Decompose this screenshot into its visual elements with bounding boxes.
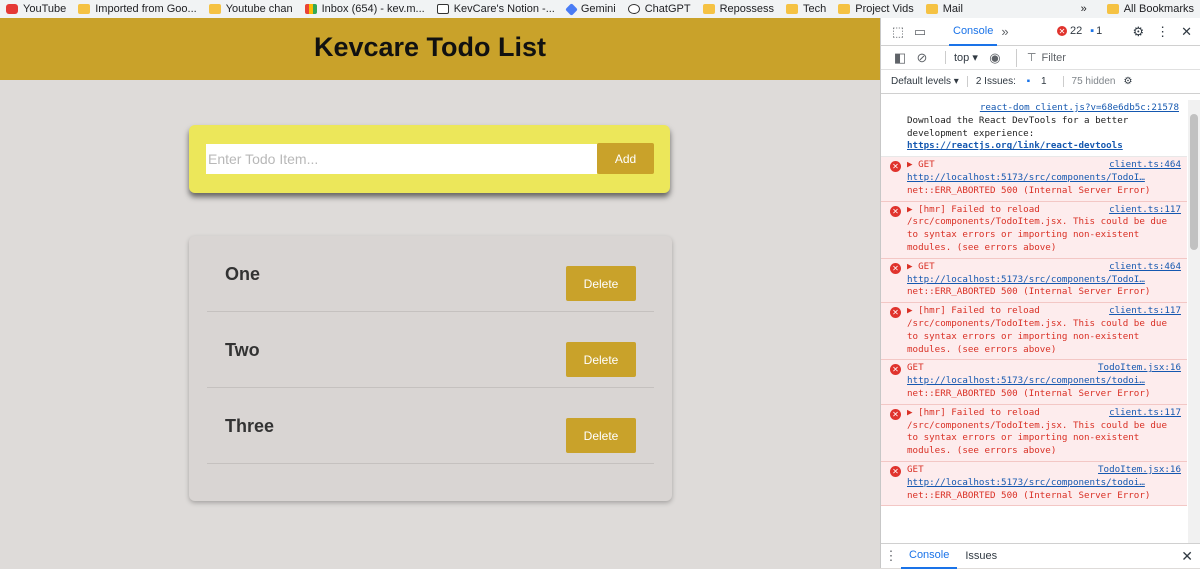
todo-list: One Delete Two Delete Three Delete (189, 236, 672, 501)
error-icon: ✕ (1057, 26, 1067, 36)
tab-drawer-issues[interactable]: Issues (957, 544, 1005, 569)
todo-item: Three Delete (207, 388, 654, 464)
folder-icon (785, 4, 798, 14)
source-link[interactable]: TodoItem.jsx:16 (1098, 362, 1181, 375)
all-bookmarks[interactable]: All Bookmarks (1101, 0, 1200, 18)
inspect-element-icon[interactable]: ⬚ (887, 24, 909, 40)
folder-icon (702, 4, 715, 14)
console-error[interactable]: ✕ client.ts:117 ▶ [hmr] Failed to reload… (881, 201, 1187, 259)
bookmark-project-vids[interactable]: Project Vids (832, 0, 920, 18)
tab-drawer-console[interactable]: Console (901, 544, 958, 569)
bookmark-gemini[interactable]: Gemini (561, 0, 622, 18)
live-expression-eye-icon[interactable]: ◉ (984, 50, 1006, 66)
todo-item: Two Delete (207, 312, 654, 388)
add-button[interactable]: Add (597, 143, 654, 174)
todo-input-card: Add (189, 125, 670, 193)
error-icon: ✕ (890, 205, 901, 217)
bookmarks-bar: YouTube Imported from Goo... Youtube cha… (0, 0, 1200, 18)
source-link[interactable]: TodoItem.jsx:16 (1098, 464, 1181, 477)
notion-icon (436, 4, 449, 14)
console-output: react-dom_client.js?v=68e6db5c:21578 Dow… (881, 100, 1187, 543)
more-tabs-chevron-icon[interactable]: » (1001, 24, 1008, 39)
folder-icon (838, 4, 851, 14)
sidebar-toggle-icon[interactable]: ◧ (889, 50, 911, 66)
scrollbar-thumb[interactable] (1190, 114, 1198, 250)
source-link[interactable]: client.ts:117 (1109, 407, 1181, 420)
filter-input[interactable]: ⊤ Filter (1015, 48, 1200, 67)
console-error[interactable]: ✕ TodoItem.jsx:16 GET http://localhost:5… (881, 360, 1187, 405)
console-settings-gear-icon[interactable]: ⚙ (1123, 76, 1132, 87)
todo-app: Kevcare Todo List Add One Delete Two Del… (0, 18, 880, 568)
delete-button[interactable]: Delete (566, 418, 636, 453)
folder-icon (1106, 4, 1119, 14)
react-devtools-link[interactable]: https://reactjs.org/link/react-devtools (907, 140, 1123, 151)
kebab-menu-icon[interactable]: ⋮ (1156, 24, 1169, 40)
filter-funnel-icon: ⊤ (1026, 52, 1037, 64)
folder-icon (78, 4, 91, 14)
issues-link[interactable]: 2 Issues: ▪ 1 (966, 76, 1055, 87)
youtube-icon (6, 4, 18, 14)
todo-item: One Delete (207, 236, 654, 312)
bookmarks-overflow-chevron-icon[interactable]: » (1067, 3, 1101, 15)
bookmark-imported[interactable]: Imported from Goo... (72, 0, 202, 18)
delete-button[interactable]: Delete (566, 342, 636, 377)
drawer-tabbar: ⋮ Console Issues ✕ (881, 543, 1200, 569)
source-link[interactable]: client.ts:464 (1109, 159, 1181, 172)
console-levels-bar: Default levels ▾ 2 Issues: ▪ 1 75 hidden… (881, 70, 1200, 94)
error-icon: ✕ (890, 465, 901, 477)
gemini-icon (564, 2, 578, 16)
console-error[interactable]: ✕ client.ts:117 ▶ [hmr] Failed to reload… (881, 404, 1187, 462)
bookmark-youtube[interactable]: YouTube (0, 0, 72, 18)
folder-icon (208, 4, 221, 14)
message-icon: ▪ (1090, 25, 1095, 37)
todo-item-text: One (225, 264, 261, 284)
hidden-count: 75 hidden (1062, 76, 1115, 87)
error-icon: ✕ (890, 262, 901, 274)
clear-console-icon[interactable]: ⊘ (911, 50, 933, 66)
close-drawer-icon[interactable]: ✕ (1181, 548, 1193, 565)
app-header: Kevcare Todo List (0, 18, 880, 80)
error-icon: ✕ (890, 408, 901, 420)
context-selector[interactable]: top ▾ (945, 51, 978, 64)
todo-item-text: Three (225, 416, 275, 436)
page-title: Kevcare Todo List (313, 32, 547, 62)
folder-icon (925, 4, 938, 14)
delete-button[interactable]: Delete (566, 266, 636, 301)
gmail-icon (304, 4, 317, 14)
console-toolbar: ◧ ⊘ top ▾ ◉ ⊤ Filter (881, 46, 1200, 70)
message-icon: ▪ (1026, 76, 1031, 87)
chatgpt-icon (627, 4, 640, 14)
settings-gear-icon[interactable]: ⚙ (1132, 24, 1144, 40)
devtools-tabbar: ⬚ ▭ Console » ✕ 22 ▪ 1 ⚙ ⋮ ✕ (881, 18, 1200, 46)
bookmark-inbox[interactable]: Inbox (654) - kev.m... (299, 0, 431, 18)
error-icon: ✕ (890, 364, 901, 376)
close-icon[interactable]: ✕ (1181, 24, 1192, 40)
console-scrollbar[interactable] (1188, 100, 1200, 543)
source-link[interactable]: react-dom_client.js?v=68e6db5c:21578 (907, 102, 1181, 115)
bookmark-chatgpt[interactable]: ChatGPT (622, 0, 697, 18)
bookmark-mail[interactable]: Mail (920, 0, 969, 18)
todo-item-text: Two (225, 340, 260, 360)
tab-console[interactable]: Console (949, 18, 998, 46)
console-error[interactable]: ✕ client.ts:464 ▶ GET http://localhost:5… (881, 157, 1187, 202)
console-error[interactable]: ✕ client.ts:117 ▶ [hmr] Failed to reload… (881, 303, 1187, 361)
source-link[interactable]: client.ts:117 (1109, 204, 1181, 217)
console-error[interactable]: ✕ TodoItem.jsx:16 GET http://localhost:5… (881, 461, 1187, 507)
bookmark-tech[interactable]: Tech (780, 0, 832, 18)
bookmark-youtube-chan[interactable]: Youtube chan (203, 0, 299, 18)
source-link[interactable]: client.ts:117 (1109, 305, 1181, 318)
bookmark-notion[interactable]: KevCare's Notion -... (431, 0, 561, 18)
default-levels-dropdown[interactable]: Default levels ▾ (891, 76, 959, 87)
bookmark-repossess[interactable]: Repossess (697, 0, 780, 18)
source-link[interactable]: client.ts:464 (1109, 261, 1181, 274)
console-error[interactable]: ✕ client.ts:464 ▶ GET http://localhost:5… (881, 258, 1187, 304)
error-icon: ✕ (890, 307, 901, 319)
device-toolbar-icon[interactable]: ▭ (909, 24, 931, 40)
drawer-menu-icon[interactable]: ⋮ (881, 548, 901, 564)
todo-input[interactable] (206, 144, 597, 174)
error-icon: ✕ (890, 161, 901, 173)
error-counter[interactable]: ✕ 22 ▪ 1 (1057, 25, 1102, 37)
devtools-panel: ⬚ ▭ Console » ✕ 22 ▪ 1 ⚙ ⋮ ✕ ◧ ⊘ top ▾ ◉… (880, 18, 1200, 569)
console-info-message: react-dom_client.js?v=68e6db5c:21578 Dow… (881, 100, 1187, 158)
